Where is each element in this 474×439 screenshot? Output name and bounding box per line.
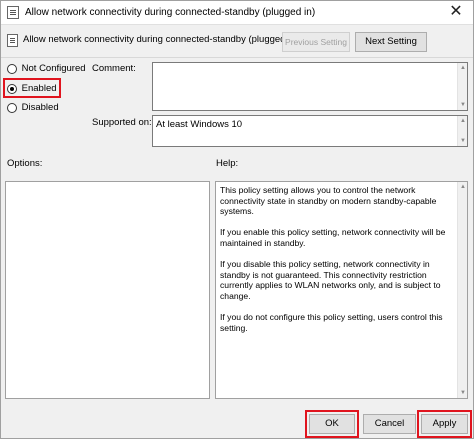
title-bar: Allow network connectivity during connec… [1,1,473,25]
policy-dialog-window: Allow network connectivity during connec… [0,0,474,439]
radio-circle-not-configured[interactable] [7,63,17,74]
scroll-down-icon[interactable]: ▼ [458,100,468,110]
ok-button[interactable]: OK [309,414,355,434]
header-divider [1,57,473,58]
radio-disabled[interactable]: Disabled [7,102,59,113]
comment-scrollbar[interactable]: ▲ ▼ [457,63,467,110]
supported-on-value: At least Windows 10 [156,119,243,130]
scroll-up-icon[interactable]: ▲ [458,63,468,73]
help-paragraph: If you disable this policy setting, netw… [220,259,441,301]
supported-scrollbar[interactable]: ▲ ▼ [457,116,467,146]
radio-not-configured[interactable]: Not Configured [7,63,86,74]
close-button[interactable]: ✕ [445,3,467,23]
scroll-up-icon[interactable]: ▲ [458,182,468,192]
radio-label-disabled: Disabled [21,102,59,113]
options-label: Options: [7,158,43,169]
help-panel: This policy setting allows you to contro… [215,181,468,399]
help-scrollbar[interactable]: ▲ ▼ [457,182,467,398]
apply-button[interactable]: Apply [421,414,468,434]
scroll-down-icon[interactable]: ▼ [458,388,468,398]
supported-on-field: At least Windows 10 ▲ ▼ [152,115,468,147]
radio-label-enabled: Enabled [21,83,57,94]
radio-label-not-configured: Not Configured [21,63,86,74]
cancel-button[interactable]: Cancel [363,414,416,434]
supported-on-label: Supported on: [92,117,152,128]
help-paragraph: This policy setting allows you to contro… [220,185,437,217]
options-panel [5,181,210,399]
policy-document-icon [7,6,19,19]
policy-name: Allow network connectivity during connec… [23,34,299,45]
radio-circle-disabled[interactable] [7,102,17,113]
comment-label: Comment: [92,63,136,74]
next-setting-button[interactable]: Next Setting [355,32,427,52]
previous-setting-button[interactable]: Previous Setting [282,32,350,52]
help-paragraph: If you enable this policy setting, netwo… [220,227,446,248]
setting-document-icon [7,34,18,47]
window-title: Allow network connectivity during connec… [25,7,316,18]
radio-enabled[interactable]: Enabled [7,83,57,94]
help-paragraph: If you do not configure this policy sett… [220,312,443,333]
help-label: Help: [216,158,239,169]
comment-textarea[interactable]: ▲ ▼ [152,62,468,111]
scroll-down-icon[interactable]: ▼ [458,136,468,146]
scroll-up-icon[interactable]: ▲ [458,116,468,126]
radio-circle-enabled[interactable] [7,83,17,94]
